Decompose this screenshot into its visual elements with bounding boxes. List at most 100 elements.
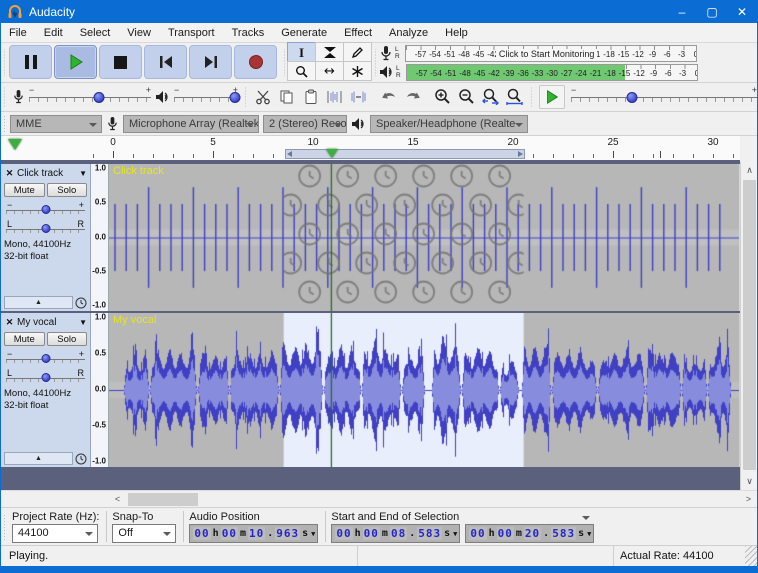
close-button[interactable]: ✕: [727, 1, 757, 23]
edit-toolbar-grip[interactable]: [242, 83, 249, 112]
track1-vertical-ruler[interactable]: 1.00.50.0-0.5-1.0: [91, 164, 109, 311]
resize-grip[interactable]: [745, 546, 757, 566]
mixer-toolbar-grip[interactable]: [1, 83, 8, 112]
maximize-button[interactable]: ▢: [697, 1, 727, 23]
track2-pan-slider[interactable]: LR: [6, 369, 85, 384]
scroll-left-arrow[interactable]: <: [109, 491, 126, 507]
snap-to-dropdown[interactable]: Off: [112, 524, 176, 543]
undo-button[interactable]: [377, 86, 400, 108]
stop-button[interactable]: [99, 45, 142, 79]
track2-solo-button[interactable]: Solo: [47, 332, 88, 346]
menu-help[interactable]: Help: [445, 27, 468, 39]
playback-volume-slider[interactable]: −+: [174, 89, 238, 105]
redo-button[interactable]: [401, 86, 424, 108]
track2-close-button[interactable]: ✕: [4, 317, 15, 328]
menu-transport[interactable]: Transport: [168, 27, 215, 39]
menu-select[interactable]: Select: [80, 27, 111, 39]
time-digit-group[interactable]: 00: [221, 527, 238, 540]
time-digit-group[interactable]: 00: [193, 527, 210, 540]
recording-volume-thumb[interactable]: [93, 92, 104, 103]
time-unit-label[interactable]: s: [301, 528, 309, 539]
vertical-scroll-thumb[interactable]: [743, 180, 756, 470]
zoom-in-button[interactable]: [431, 86, 454, 108]
track2-gain-slider[interactable]: −+: [6, 350, 85, 365]
zoom-to-fit-button[interactable]: [503, 86, 526, 108]
silence-audio-button[interactable]: [347, 86, 370, 108]
recording-device-dropdown[interactable]: Microphone Array (Realtek: [123, 115, 259, 133]
track2-name[interactable]: My vocal: [17, 317, 77, 328]
device-toolbar-grip[interactable]: [1, 112, 8, 135]
track1-name[interactable]: Click track: [17, 168, 77, 179]
play-at-speed-button[interactable]: [539, 85, 565, 109]
envelope-tool-button[interactable]: [315, 42, 344, 62]
play-at-speed-toolbar-grip[interactable]: [528, 83, 535, 112]
time-unit-label[interactable]: h: [354, 528, 362, 539]
time-digit-group[interactable]: 963: [275, 527, 300, 540]
track1-menu-dropdown[interactable]: ▼: [79, 169, 87, 178]
time-unit-label[interactable]: s: [443, 528, 451, 539]
selection-end-display[interactable]: 00h00m20.583s▼: [465, 524, 594, 543]
time-unit-label[interactable]: m: [515, 528, 523, 539]
scroll-up-arrow[interactable]: ∧: [741, 162, 758, 179]
timeline-ruler[interactable]: 051015202530: [1, 136, 740, 162]
play-speed-thumb[interactable]: [627, 92, 638, 103]
selection-mode-dropdown[interactable]: Start and End of Selection: [331, 510, 594, 524]
menu-view[interactable]: View: [127, 27, 151, 39]
track2-mute-button[interactable]: Mute: [4, 332, 45, 346]
track2-waveform-canvas[interactable]: [109, 313, 739, 467]
timeline-selection-band[interactable]: [285, 149, 525, 159]
vertical-scrollbar[interactable]: ∧ ∨: [740, 162, 757, 490]
time-format-dropdown-arrow[interactable]: ▼: [453, 530, 457, 538]
selection-start-display[interactable]: 00h00m08.583s▼: [331, 524, 460, 543]
zoom-tool-button[interactable]: [287, 61, 316, 81]
playback-meter[interactable]: -57-54-51-48-45-42-39-36-33-30-27-24-21-…: [406, 64, 698, 81]
project-rate-dropdown[interactable]: 44100: [12, 524, 98, 543]
time-digit-group[interactable]: 00: [497, 527, 514, 540]
transport-toolbar-grip[interactable]: [1, 43, 8, 82]
paste-button[interactable]: [299, 86, 322, 108]
scroll-right-arrow[interactable]: >: [740, 491, 757, 507]
time-unit-label[interactable]: h: [488, 528, 496, 539]
track2-pan-thumb[interactable]: [41, 373, 50, 382]
playback-device-dropdown[interactable]: Speaker/Headphone (Realte: [370, 115, 528, 133]
track1-collapse-button[interactable]: ▲: [4, 296, 73, 309]
time-digit-group[interactable]: 00: [335, 527, 352, 540]
recording-meter[interactable]: Click to Start Monitoring -57-54-51-48-4…: [405, 45, 697, 62]
track1-mute-button[interactable]: Mute: [4, 183, 45, 197]
selection-toolbar-grip[interactable]: [1, 508, 8, 545]
track1-gain-slider[interactable]: −+: [6, 201, 85, 216]
track1-waveform-canvas[interactable]: [109, 164, 739, 311]
track2-menu-dropdown[interactable]: ▼: [79, 318, 87, 327]
time-digit-group[interactable]: 00: [469, 527, 486, 540]
title-bar[interactable]: Audacity – ▢ ✕: [1, 1, 757, 23]
zoom-out-button[interactable]: [455, 86, 478, 108]
menu-file[interactable]: File: [9, 27, 27, 39]
playback-volume-thumb[interactable]: [229, 92, 240, 103]
pause-button[interactable]: [9, 45, 52, 79]
time-digit-group[interactable]: 08: [390, 527, 407, 540]
play-button[interactable]: [54, 45, 97, 79]
track2-collapse-button[interactable]: ▲: [4, 452, 73, 465]
time-digit-group[interactable]: 583: [551, 527, 576, 540]
track1-close-button[interactable]: ✕: [4, 168, 15, 179]
selection-tool-button[interactable]: I: [287, 42, 316, 62]
skip-to-end-button[interactable]: [189, 45, 232, 79]
skip-to-start-button[interactable]: [144, 45, 187, 79]
time-unit-label[interactable]: h: [212, 528, 220, 539]
time-shift-tool-button[interactable]: ↔: [315, 61, 344, 81]
time-unit-label[interactable]: .: [408, 528, 416, 539]
recording-channels-dropdown[interactable]: 2 (Stereo) Recor: [263, 115, 347, 133]
draw-tool-button[interactable]: [343, 42, 372, 62]
time-format-dropdown-arrow[interactable]: ▼: [587, 530, 591, 538]
track1-solo-button[interactable]: Solo: [47, 183, 88, 197]
minimize-button[interactable]: –: [667, 1, 697, 23]
time-unit-label[interactable]: m: [381, 528, 389, 539]
scroll-down-arrow[interactable]: ∨: [741, 473, 758, 490]
track1-pan-thumb[interactable]: [41, 224, 50, 233]
audio-position-display[interactable]: 00h00m10.963s▼: [189, 524, 318, 543]
zoom-to-selection-button[interactable]: [479, 86, 502, 108]
menu-generate[interactable]: Generate: [281, 27, 327, 39]
time-unit-label[interactable]: m: [239, 528, 247, 539]
audio-host-dropdown[interactable]: MME: [10, 115, 102, 133]
time-unit-label[interactable]: .: [542, 528, 550, 539]
